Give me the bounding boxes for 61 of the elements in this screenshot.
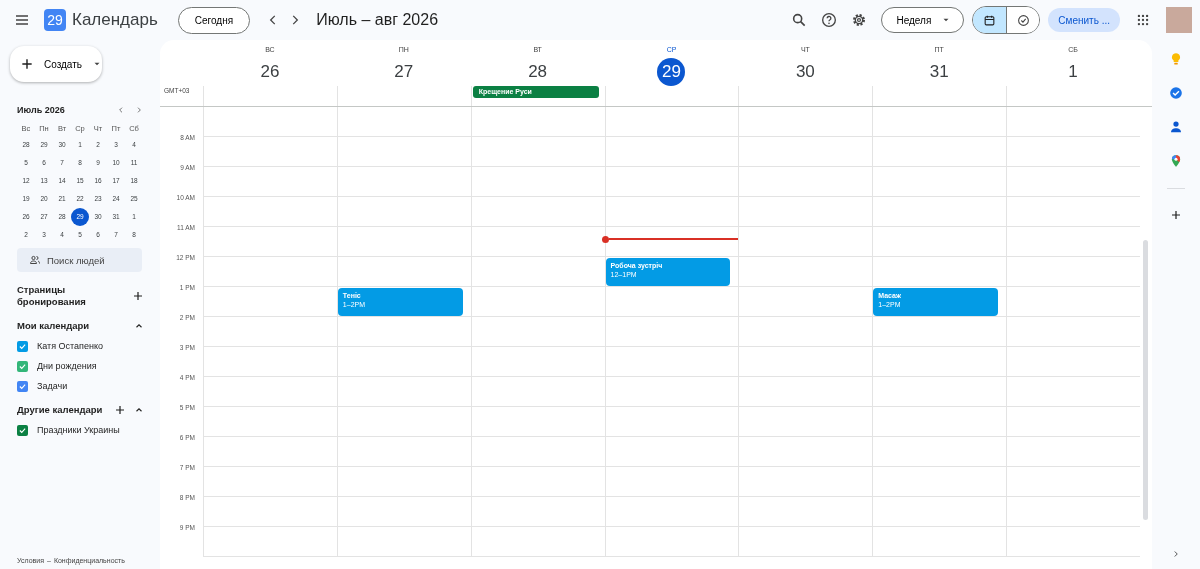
create-button[interactable]: Создать — [10, 46, 102, 82]
tasks-view-button[interactable] — [1006, 7, 1040, 33]
tasks-button[interactable] — [1169, 86, 1183, 100]
lightbulb-icon — [1169, 52, 1183, 66]
chevron-right-icon — [135, 106, 143, 114]
day-number[interactable]: 29 — [657, 58, 686, 86]
checkmark-circle-icon — [1016, 13, 1030, 27]
checkbox[interactable] — [17, 424, 28, 436]
plus-icon — [20, 57, 34, 71]
previous-month-button[interactable] — [117, 106, 125, 114]
day-number[interactable]: 30 — [791, 58, 820, 86]
checkmark-circle-icon — [1169, 86, 1183, 100]
settings-icon — [851, 12, 868, 28]
maps-button[interactable] — [1169, 154, 1183, 168]
grid-icon — [1136, 13, 1150, 27]
help-icon — [821, 12, 838, 28]
checkbox[interactable] — [17, 360, 28, 372]
calendar-name: Катя Остапенко — [37, 341, 103, 351]
date-range: Июль – авг 2026 — [316, 11, 439, 29]
plus-icon — [114, 404, 126, 416]
calendar-logo: 29 — [44, 9, 66, 31]
search-button[interactable] — [791, 12, 808, 28]
help-button[interactable] — [821, 12, 838, 28]
add-button[interactable] — [132, 290, 144, 302]
contacts-button[interactable] — [1169, 120, 1183, 134]
section-title: Мои календари — [17, 320, 91, 332]
add-button[interactable] — [1170, 209, 1182, 221]
today-button[interactable]: Сегодня — [177, 6, 251, 34]
day-number[interactable]: 27 — [389, 58, 418, 86]
menu-icon — [14, 12, 30, 28]
people-search-field[interactable]: Поиск людей — [17, 248, 142, 272]
checkbox[interactable] — [17, 380, 28, 392]
next-month-button[interactable] — [135, 106, 143, 114]
view-dropdown[interactable]: Неделя — [881, 7, 965, 33]
add-button[interactable] — [114, 404, 126, 416]
calendar-name: Дни рождения — [37, 361, 97, 371]
person-icon — [1169, 120, 1183, 134]
day-number[interactable]: 31 — [925, 58, 954, 86]
apps-button[interactable] — [1136, 13, 1150, 27]
menu-button[interactable] — [14, 12, 30, 28]
scrollbar[interactable] — [1143, 240, 1148, 520]
section-title: Другие календари — [17, 404, 104, 416]
day-number[interactable]: 1 — [1059, 58, 1088, 86]
calendar-icon — [983, 13, 997, 27]
checkbox[interactable] — [17, 340, 28, 352]
settings-button[interactable] — [851, 12, 868, 28]
calendar-view-button[interactable] — [973, 7, 1007, 33]
calendar-name: Праздники Украины — [37, 425, 120, 435]
people-icon — [29, 254, 41, 266]
chevron-left-icon — [117, 106, 125, 114]
map-pin-icon — [1169, 154, 1183, 168]
search-icon — [791, 12, 808, 28]
month-title: Июль 2026 — [17, 105, 66, 115]
calendar-name: Задачи — [37, 381, 68, 391]
plus-icon — [132, 290, 144, 302]
plus-icon — [1170, 209, 1182, 221]
section-title: Страницы бронирования — [17, 284, 87, 308]
day-number[interactable]: 26 — [255, 58, 284, 86]
switch-button[interactable]: Сменить ... — [1048, 8, 1120, 32]
day-number[interactable]: 28 — [523, 58, 552, 86]
app-title: Календарь — [72, 10, 158, 30]
